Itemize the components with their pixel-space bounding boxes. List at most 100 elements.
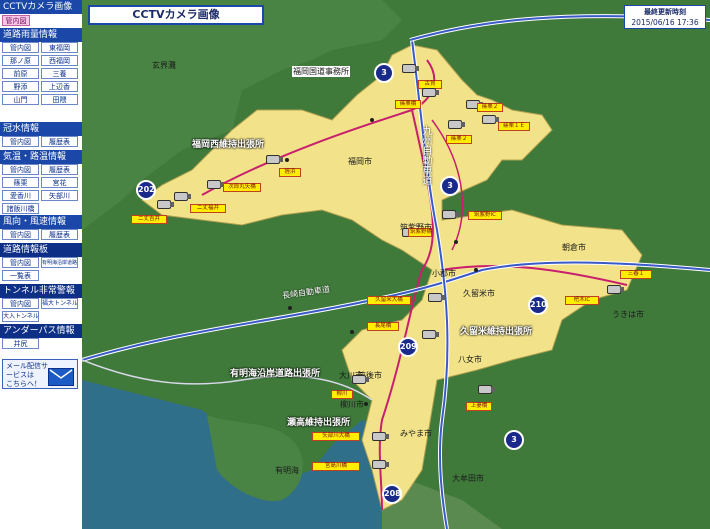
sidebar-button-map-cctv[interactable]: 管内図 bbox=[2, 15, 30, 26]
section-title-underpass: アンダーパス情報 bbox=[0, 324, 82, 338]
board-button-ariake[interactable]: 有明海沿岸道路 bbox=[41, 257, 78, 268]
tunnel-button-map[interactable]: 管内図 bbox=[2, 298, 39, 309]
camera-icon[interactable] bbox=[207, 180, 224, 189]
flood-button-map[interactable]: 管内図 bbox=[2, 136, 39, 147]
camera-icon[interactable] bbox=[428, 293, 445, 302]
sensor-dot bbox=[285, 158, 289, 162]
sensor-dot bbox=[474, 268, 478, 272]
city-label-ukiha: うきは市 bbox=[612, 310, 644, 319]
section-title-tunnel: トンネル非常警報 bbox=[0, 284, 82, 298]
temp-button-3[interactable]: 篠栗 bbox=[2, 177, 39, 188]
section-title-flood: 冠水情報 bbox=[0, 122, 82, 136]
wind-button-history[interactable]: 履歴表 bbox=[41, 229, 78, 240]
camera-icon[interactable] bbox=[442, 210, 459, 219]
city-label-miyama: みやま市 bbox=[400, 429, 432, 438]
temp-button-4[interactable]: 宮花 bbox=[41, 177, 78, 188]
camera-label[interactable]: 篠栗橋 bbox=[395, 100, 421, 109]
section-title-wind: 風向・風速情報 bbox=[0, 215, 82, 229]
tunnel-button-oiri[interactable]: 大入トンネル bbox=[2, 311, 39, 322]
route-208-shield: 208 bbox=[382, 484, 402, 504]
temp-button-5[interactable]: 愛香川 bbox=[2, 190, 39, 201]
board-button-map[interactable]: 管内図 bbox=[2, 257, 39, 268]
wind-button-map[interactable]: 管内図 bbox=[2, 229, 39, 240]
camera-icon[interactable] bbox=[174, 192, 191, 201]
flood-button-history[interactable]: 履歴表 bbox=[41, 136, 78, 147]
camera-label[interactable]: 次郎丸矢橋 bbox=[223, 183, 261, 192]
mail-service-text: メール配信サービスは こちらへ！ bbox=[6, 362, 48, 388]
camera-label[interactable]: 長尾橋 bbox=[367, 322, 399, 331]
rain-button-2[interactable]: 東福岡 bbox=[41, 42, 78, 53]
camera-icon[interactable] bbox=[402, 64, 419, 73]
camera-icon[interactable] bbox=[607, 285, 624, 294]
route-3-central-shield: 3 bbox=[440, 176, 460, 196]
camera-label[interactable]: 篠栗２ bbox=[477, 103, 503, 112]
sidebar: CCTVカメラ画像 管内図 道路雨量情報 管内図 東福岡 那ノ原 西福岡 前原 … bbox=[0, 0, 82, 529]
office-label-setaka: 瀬高維持出張所 bbox=[287, 418, 351, 428]
rain-button-4[interactable]: 西福岡 bbox=[41, 55, 78, 66]
rain-button-8[interactable]: 上辺香 bbox=[41, 81, 78, 92]
city-label-omuta: 大牟田市 bbox=[452, 474, 484, 483]
camera-icon[interactable] bbox=[478, 385, 495, 394]
camera-label[interactable]: 久留米大橋 bbox=[367, 296, 411, 305]
rain-button-5[interactable]: 前原 bbox=[2, 68, 39, 79]
camera-icon[interactable] bbox=[352, 375, 369, 384]
envelope-icon bbox=[48, 368, 74, 386]
camera-icon[interactable] bbox=[372, 460, 389, 469]
city-label-kurume: 久留米市 bbox=[463, 289, 495, 298]
rain-button-9[interactable]: 山門 bbox=[2, 94, 39, 105]
temp-button-history[interactable]: 履歴表 bbox=[41, 164, 78, 175]
camera-label[interactable]: 姪浜 bbox=[279, 168, 301, 177]
camera-icon[interactable] bbox=[422, 88, 439, 97]
camera-label[interactable]: 三春１ bbox=[620, 270, 652, 279]
camera-label[interactable]: 二丈福井 bbox=[190, 204, 226, 213]
camera-label[interactable]: 宮島川橋 bbox=[312, 462, 360, 471]
underpass-button-ijiri[interactable]: 井尻 bbox=[2, 338, 39, 349]
rain-button-10[interactable]: 田隈 bbox=[41, 94, 78, 105]
camera-icon[interactable] bbox=[422, 330, 439, 339]
board-button-list[interactable]: 一覧表 bbox=[2, 270, 39, 281]
rain-button-7[interactable]: 野添 bbox=[2, 81, 39, 92]
last-update-label: 最終更新時刻 bbox=[644, 8, 686, 16]
route-210-shield: 210 bbox=[528, 295, 548, 315]
camera-label[interactable]: 杷木IC bbox=[565, 296, 599, 305]
page-title: CCTVカメラ画像 bbox=[88, 5, 264, 25]
camera-label[interactable]: 二丈吉井 bbox=[131, 215, 167, 224]
sidebar-title: CCTVカメラ画像 bbox=[0, 0, 82, 14]
camera-label[interactable]: 篠栗２ bbox=[446, 135, 472, 144]
tunnel-button-fukudai[interactable]: 福大トンネル bbox=[41, 298, 78, 309]
camera-icon[interactable] bbox=[448, 120, 465, 129]
expressway-label-kyushu: 九州自動車道 bbox=[420, 125, 431, 185]
camera-label[interactable]: 上妻橋 bbox=[466, 402, 492, 411]
section-title-road-board: 道路情報板 bbox=[0, 243, 82, 257]
city-label-ogori: 小郡市 bbox=[432, 269, 456, 278]
camera-label[interactable]: 筑紫野橋 bbox=[408, 228, 432, 237]
sea-name-ariake: 有明海 bbox=[275, 466, 299, 475]
sensor-dot bbox=[350, 330, 354, 334]
map-graphic bbox=[82, 0, 710, 529]
office-label-fukuoka: 福岡国道事務所 bbox=[292, 66, 350, 77]
camera-icon[interactable] bbox=[372, 432, 389, 441]
temp-button-map[interactable]: 管内図 bbox=[2, 164, 39, 175]
section-title-rainfall: 道路雨量情報 bbox=[0, 28, 82, 42]
temp-button-7[interactable]: 諸飯川橋 bbox=[2, 203, 39, 214]
office-label-kurume: 久留米維持出張所 bbox=[460, 327, 533, 337]
route-202-shield: 202 bbox=[136, 180, 156, 200]
camera-icon[interactable] bbox=[266, 155, 283, 164]
camera-label[interactable]: 柳川 bbox=[331, 390, 353, 399]
camera-label[interactable]: 矢部川大橋 bbox=[312, 432, 360, 441]
camera-label[interactable]: 篠栗１Ｅ bbox=[498, 122, 530, 131]
sensor-dot bbox=[364, 402, 368, 406]
camera-label[interactable]: 筑紫野IC bbox=[468, 211, 502, 220]
rain-button-6[interactable]: 三養 bbox=[41, 68, 78, 79]
mail-service-link[interactable]: メール配信サービスは こちらへ！ bbox=[2, 359, 78, 389]
sensor-dot bbox=[288, 306, 292, 310]
camera-icon[interactable] bbox=[482, 115, 499, 124]
sea-name-genkainada: 玄界灘 bbox=[152, 61, 176, 70]
camera-icon[interactable] bbox=[157, 200, 174, 209]
rain-button-3[interactable]: 那ノ原 bbox=[2, 55, 39, 66]
rain-button-1[interactable]: 管内図 bbox=[2, 42, 39, 53]
last-update-box: 最終更新時刻 2015/06/16 17:36 bbox=[624, 5, 706, 29]
temp-button-6[interactable]: 矢部川 bbox=[41, 190, 78, 201]
sensor-dot bbox=[370, 118, 374, 122]
map-panel: CCTVカメラ画像 最終更新時刻 2015/06/16 17:36 玄界灘 有明… bbox=[82, 0, 710, 529]
